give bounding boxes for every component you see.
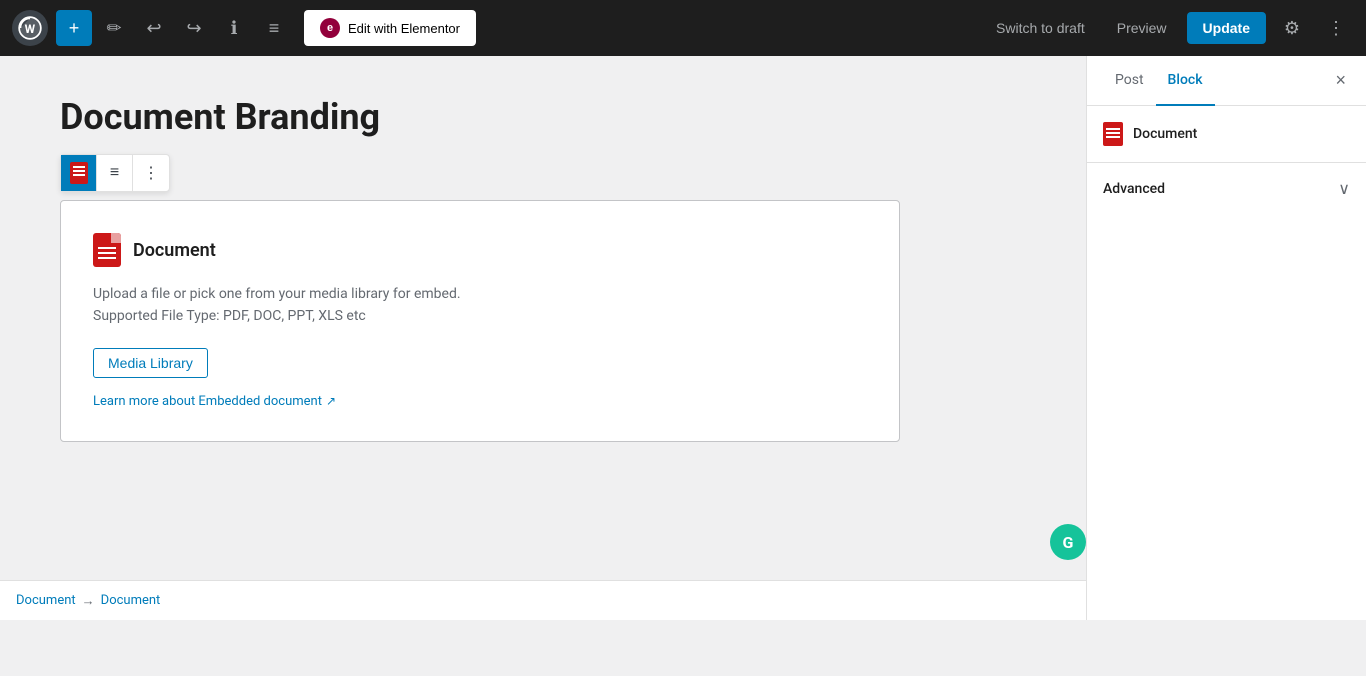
grammarly-icon-letter: G <box>1063 533 1074 552</box>
tab-post[interactable]: Post <box>1103 56 1156 106</box>
more-icon: ⋮ <box>1327 18 1345 39</box>
document-block-header: Document <box>93 233 867 267</box>
breadcrumb-item-2[interactable]: Document <box>101 593 161 608</box>
update-label: Update <box>1203 20 1250 36</box>
sidebar-doc-icon <box>1103 122 1123 146</box>
document-icon-large <box>93 233 121 267</box>
sidebar-block-name: Document <box>1133 126 1197 142</box>
edit-mode-button[interactable]: ✏ <box>96 10 132 46</box>
elementor-label: Edit with Elementor <box>348 21 460 36</box>
content-area: Document Branding ≡ ⋮ Document Upload a … <box>0 56 1086 620</box>
elementor-icon: e <box>320 18 340 38</box>
post-title: Document Branding <box>60 96 1026 138</box>
advanced-label: Advanced <box>1103 181 1165 197</box>
block-section-header: Document <box>1103 122 1350 146</box>
external-link-icon: ↗ <box>326 394 336 408</box>
plus-icon: + <box>69 18 80 39</box>
svg-text:W: W <box>25 22 36 36</box>
breadcrumb: Document → Document <box>0 580 1086 620</box>
preview-button[interactable]: Preview <box>1105 14 1179 42</box>
main-layout: Document Branding ≡ ⋮ Document Upload a … <box>0 56 1366 620</box>
block-info-section: Document <box>1087 106 1366 163</box>
more-options-button[interactable]: ⋮ <box>1318 10 1354 46</box>
undo-button[interactable]: ↩ <box>136 10 172 46</box>
tab-block[interactable]: Block <box>1156 56 1215 106</box>
learn-more-text: Learn more about Embedded document <box>93 394 322 409</box>
wp-logo-button[interactable]: W <box>12 10 48 46</box>
switch-to-draft-button[interactable]: Switch to draft <box>984 14 1097 42</box>
sidebar-tabs: Post Block × <box>1087 56 1366 106</box>
update-button[interactable]: Update <box>1187 12 1266 44</box>
redo-button[interactable]: ↪ <box>176 10 212 46</box>
upload-description: Upload a file or pick one from your medi… <box>93 283 867 328</box>
breadcrumb-separator: → <box>82 593 95 609</box>
settings-button[interactable]: ⚙ <box>1274 10 1310 46</box>
preview-label: Preview <box>1117 20 1167 36</box>
block-align-button[interactable]: ≡ <box>97 155 133 191</box>
info-button[interactable]: ℹ <box>216 10 252 46</box>
block-more-icon: ⋮ <box>143 163 159 183</box>
top-toolbar: W + ✏ ↩ ↪ ℹ ≡ e Edit with Elementor Swit… <box>0 0 1366 56</box>
switch-draft-label: Switch to draft <box>996 20 1085 36</box>
block-more-button[interactable]: ⋮ <box>133 155 169 191</box>
description-line2: Supported File Type: PDF, DOC, PPT, XLS … <box>93 305 867 327</box>
gear-icon: ⚙ <box>1284 18 1300 39</box>
document-block: Document Upload a file or pick one from … <box>60 200 900 442</box>
advanced-section: Advanced ∨ <box>1087 163 1366 214</box>
description-line1: Upload a file or pick one from your medi… <box>93 283 867 305</box>
add-block-button[interactable]: + <box>56 10 92 46</box>
list-icon: ≡ <box>269 18 280 39</box>
block-toolbar: ≡ ⋮ <box>60 154 170 192</box>
document-block-heading: Document <box>133 240 216 261</box>
sidebar-close-button[interactable]: × <box>1331 66 1350 95</box>
edit-with-elementor-button[interactable]: e Edit with Elementor <box>304 10 476 46</box>
learn-more-link[interactable]: Learn more about Embedded document ↗ <box>93 394 867 409</box>
info-icon: ℹ <box>231 18 238 39</box>
breadcrumb-item-1[interactable]: Document <box>16 593 76 608</box>
list-view-button[interactable]: ≡ <box>256 10 292 46</box>
chevron-down-icon: ∨ <box>1338 179 1350 198</box>
align-icon: ≡ <box>110 164 119 182</box>
pencil-icon: ✏ <box>106 18 121 39</box>
media-library-button[interactable]: Media Library <box>93 348 208 378</box>
toolbar-right: Switch to draft Preview Update ⚙ ⋮ <box>984 10 1354 46</box>
close-icon: × <box>1335 70 1346 91</box>
grammarly-button[interactable]: G <box>1050 524 1086 560</box>
redo-icon: ↪ <box>186 18 201 39</box>
advanced-header[interactable]: Advanced ∨ <box>1103 163 1350 214</box>
media-library-label: Media Library <box>108 355 193 371</box>
document-block-icon <box>70 162 88 184</box>
undo-icon: ↩ <box>146 18 161 39</box>
block-type-button[interactable] <box>61 155 97 191</box>
right-sidebar: Post Block × Document Advanced ∨ <box>1086 56 1366 620</box>
